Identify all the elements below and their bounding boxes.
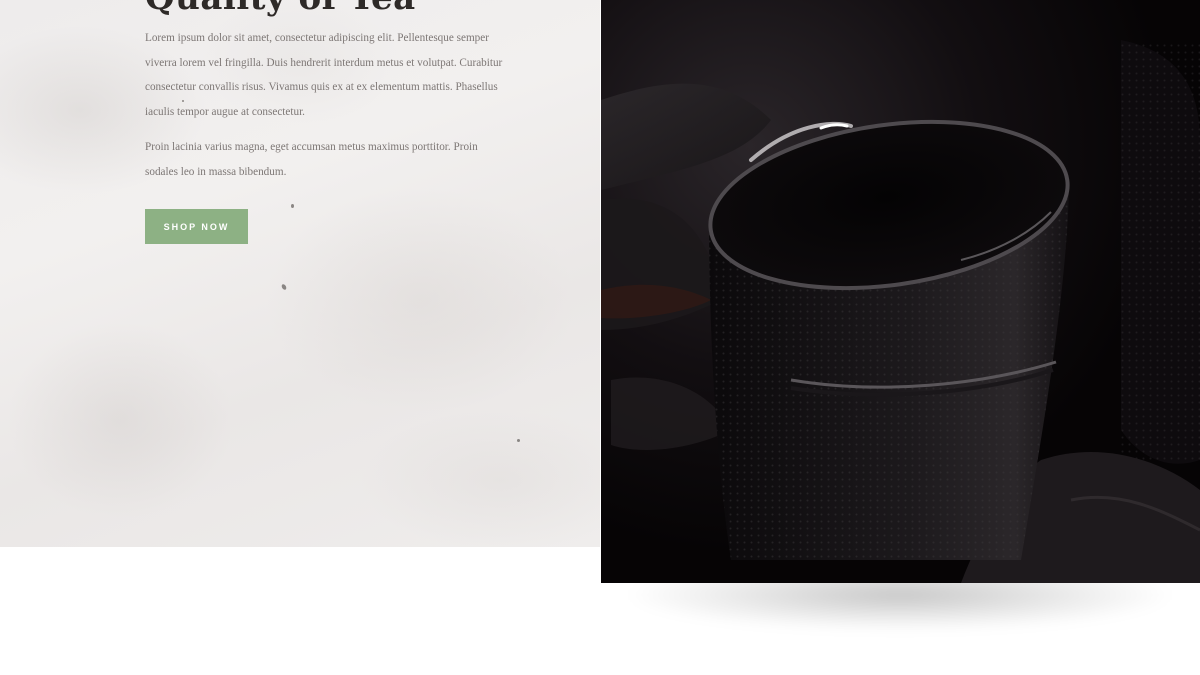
- marble-speck: [291, 204, 294, 208]
- secondary-paragraph: Proin lacinia varius magna, eget accumsa…: [145, 141, 478, 178]
- photo-icon: [601, 0, 1200, 583]
- shop-now-button[interactable]: SHOP NOW: [145, 209, 248, 244]
- tea-cup-photo: [601, 0, 1200, 583]
- intro-paragraph: Lorem ipsum dolor sit amet, consectetur …: [145, 32, 503, 118]
- marble-speck: [517, 439, 520, 442]
- section-heading: Quality of Tea: [145, 0, 416, 18]
- marble-speck: [280, 283, 288, 291]
- hero-text-panel: Quality of Tea Lorem ipsum dolor sit ame…: [0, 0, 600, 547]
